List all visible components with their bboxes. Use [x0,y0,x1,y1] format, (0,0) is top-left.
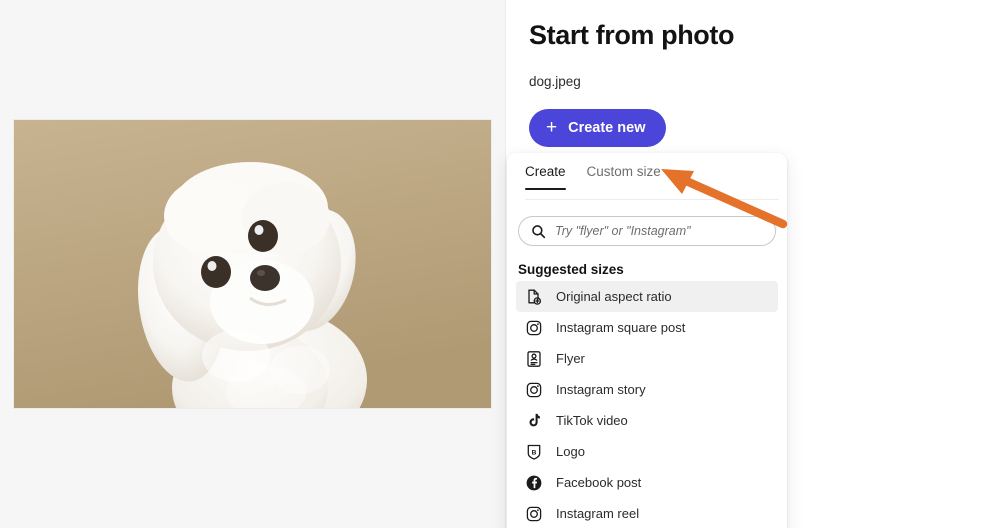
create-new-label: Create new [568,120,646,136]
photo-thumbnail[interactable] [14,120,491,408]
size-item-facebook-post[interactable]: Facebook post [516,467,778,498]
dog-illustration [14,120,491,408]
logo-badge-icon: B [525,443,543,461]
start-from-photo-panel: Start from photo dog.jpeg + Create new C… [506,0,1000,528]
size-item-tiktok-video[interactable]: TikTok video [516,405,778,436]
app-root: Start from photo dog.jpeg + Create new C… [0,0,1000,528]
photo-preview-panel [0,0,506,528]
size-item-instagram-reel[interactable]: Instagram reel [516,498,778,528]
document-plus-icon [525,288,543,306]
search-row [507,199,787,246]
size-item-logo[interactable]: B Logo [516,436,778,467]
facebook-icon [525,474,543,492]
size-item-label: Instagram reel [556,506,640,521]
search-field-wrapper[interactable] [518,216,776,246]
size-item-instagram-story[interactable]: Instagram story [516,374,778,405]
tab-custom-size[interactable]: Custom size [587,164,661,190]
size-item-label: TikTok video [556,413,628,428]
tab-divider [525,199,779,200]
size-item-label: Facebook post [556,475,642,490]
svg-text:B: B [532,449,537,456]
size-item-original-aspect-ratio[interactable]: Original aspect ratio [516,281,778,312]
create-new-button[interactable]: + Create new [529,109,667,147]
file-name-label: dog.jpeg [529,74,581,89]
flyer-icon [525,350,543,368]
size-item-instagram-square-post[interactable]: Instagram square post [516,312,778,343]
instagram-icon [525,505,543,523]
size-selection-card: Create Custom size Suggested sizes [507,153,787,528]
instagram-icon [525,319,543,337]
instagram-icon [525,381,543,399]
size-item-label: Instagram story [556,382,646,397]
suggested-sizes-list: Original aspect ratio Instagram square p… [507,281,787,528]
suggested-sizes-heading: Suggested sizes [518,262,624,277]
plus-icon: + [546,116,558,138]
size-item-label: Flyer [556,351,585,366]
tab-create[interactable]: Create [525,164,566,190]
search-input[interactable] [555,224,763,238]
card-tab-strip: Create Custom size [507,164,787,199]
tiktok-icon [525,412,543,430]
size-item-label: Instagram square post [556,320,686,335]
size-item-label: Original aspect ratio [556,289,672,304]
search-icon [531,224,546,239]
page-title: Start from photo [529,20,735,50]
size-item-label: Logo [556,444,585,459]
size-item-flyer[interactable]: Flyer [516,343,778,374]
